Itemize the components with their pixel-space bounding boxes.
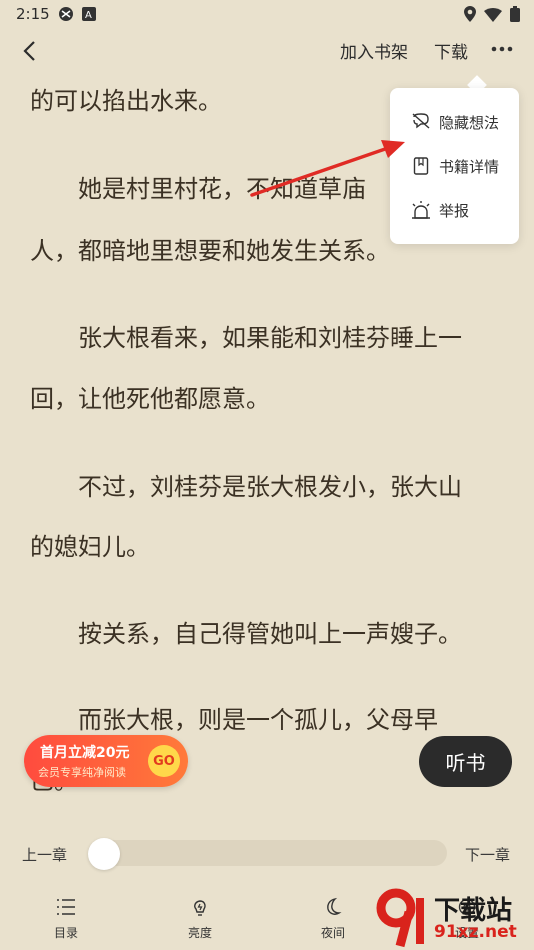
status-time: 2:15 [16, 5, 50, 23]
text-line: 按关系，自己得管她叫上一声嫂子。 [30, 620, 462, 648]
promo-subtitle: 会员专享纯净阅读 [38, 766, 126, 779]
more-popup-menu: 隐藏想法 书籍详情 举报 [390, 88, 519, 244]
text-line: 回，让他死他都愿意。 [30, 385, 270, 413]
night-mode-label: 夜间 [320, 926, 345, 940]
svg-text:A: A [85, 10, 92, 21]
download-button[interactable]: 下载 [434, 38, 468, 63]
menu-item-report[interactable]: 举报 [390, 190, 519, 230]
reader-topbar: 加入书架 下载 [0, 28, 534, 72]
globe-icon [58, 6, 74, 26]
a-badge-icon: A [82, 6, 96, 26]
menu-item-label: 举报 [439, 201, 470, 220]
more-dots-icon [491, 46, 513, 52]
promo-go-button[interactable]: GO [148, 745, 180, 777]
location-icon [464, 6, 476, 26]
add-to-shelf-button[interactable]: 加入书架 [340, 38, 408, 63]
status-bar: 2:15 A [0, 0, 534, 28]
wifi-icon [484, 7, 502, 26]
watermark-logo-icon [376, 888, 424, 948]
chapter-progress-slider[interactable] [88, 840, 447, 866]
menu-item-label: 书籍详情 [439, 157, 500, 176]
watermark-url: 91xz.net [434, 922, 517, 942]
promo-title: 首月立减20元 [40, 745, 130, 761]
promo-banner[interactable]: 首月立减20元 会员专享纯净阅读 GO [24, 735, 188, 787]
menu-item-hide-thoughts[interactable]: 隐藏想法 [390, 102, 519, 142]
night-mode-button[interactable]: 夜间 [298, 894, 368, 946]
site-watermark: 下载站 91xz.net [376, 888, 534, 950]
chapter-navigation: 上一章 下一章 [0, 836, 534, 870]
listen-book-button[interactable]: 听书 [419, 736, 512, 787]
chapter-progress-thumb[interactable] [88, 838, 120, 870]
menu-item-book-details[interactable]: 书籍详情 [390, 146, 519, 186]
chevron-left-icon [23, 41, 35, 61]
text-line: 的媳妇儿。 [30, 533, 150, 561]
more-button[interactable] [486, 34, 518, 64]
hide-thought-icon [410, 111, 432, 133]
report-alarm-icon [410, 199, 432, 221]
toc-button[interactable]: 目录 [31, 894, 101, 946]
brightness-button[interactable]: 亮度 [165, 894, 235, 946]
battery-icon [510, 6, 520, 26]
moon-icon [298, 894, 368, 920]
back-button[interactable] [14, 36, 44, 66]
prev-chapter-button[interactable]: 上一章 [22, 844, 67, 865]
next-chapter-button[interactable]: 下一章 [465, 844, 510, 865]
list-icon [31, 894, 101, 920]
book-detail-icon [410, 155, 432, 177]
brightness-label: 亮度 [187, 926, 212, 940]
toc-label: 目录 [53, 926, 78, 940]
brightness-icon [165, 894, 235, 920]
menu-item-label: 隐藏想法 [439, 113, 500, 132]
